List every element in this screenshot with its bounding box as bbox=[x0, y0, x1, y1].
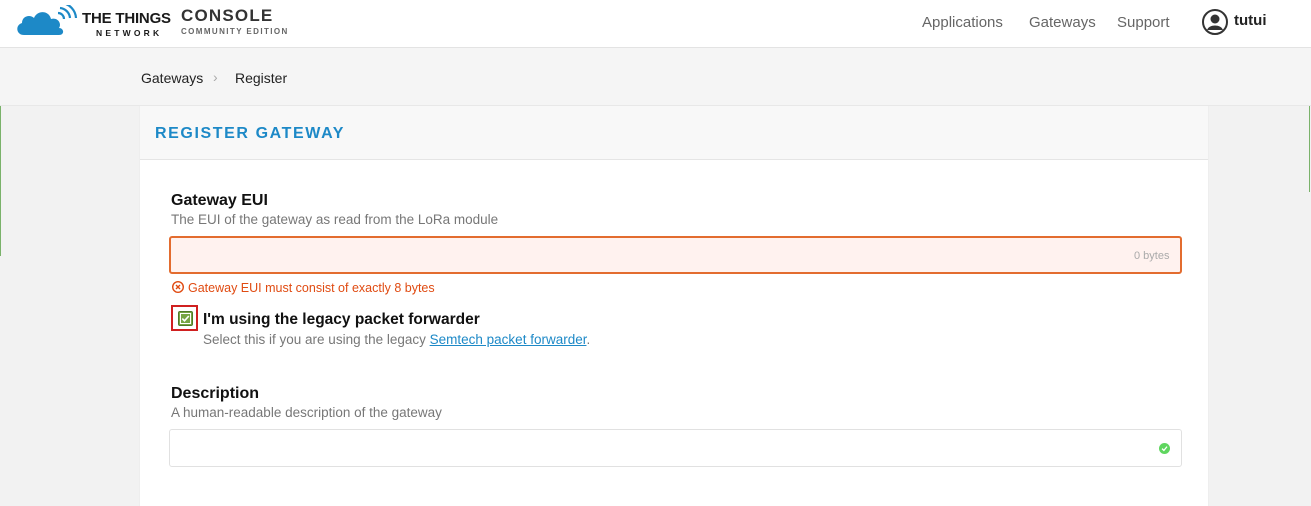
ttn-cloud-logo-icon bbox=[17, 5, 78, 35]
user-name: tutui bbox=[1234, 12, 1267, 29]
nav-applications[interactable]: Applications bbox=[922, 14, 1003, 31]
brand-subtitle: NETWORK bbox=[96, 28, 163, 38]
checkmark-icon bbox=[180, 313, 191, 324]
legacy-forwarder-checkbox[interactable] bbox=[178, 311, 193, 326]
breadcrumb: Gateways › Register bbox=[0, 48, 1311, 106]
chevron-right-icon: › bbox=[213, 69, 218, 85]
panel-header: REGISTER GATEWAY bbox=[140, 106, 1208, 160]
valid-check-icon bbox=[1159, 443, 1170, 454]
error-circle-icon bbox=[172, 281, 184, 293]
semtech-forwarder-link[interactable]: Semtech packet forwarder bbox=[430, 332, 587, 347]
help-text-prefix: Select this if you are using the legacy bbox=[203, 332, 430, 347]
gateway-eui-help: The EUI of the gateway as read from the … bbox=[171, 212, 499, 227]
description-help: A human-readable description of the gate… bbox=[171, 405, 442, 420]
description-label: Description bbox=[171, 385, 260, 402]
console-title: CONSOLE bbox=[181, 6, 274, 25]
gateway-eui-input[interactable] bbox=[169, 236, 1182, 274]
console-edition: COMMUNITY EDITION bbox=[181, 27, 289, 36]
description-input[interactable] bbox=[169, 429, 1182, 467]
help-text-suffix: . bbox=[586, 332, 591, 347]
register-gateway-panel: REGISTER GATEWAY Gateway EUI The EUI of … bbox=[139, 106, 1209, 506]
legacy-forwarder-label[interactable]: I'm using the legacy packet forwarder bbox=[203, 311, 480, 329]
legacy-forwarder-help: Select this if you are using the legacy … bbox=[203, 332, 590, 347]
top-navigation-bar: THE THINGS NETWORK CONSOLE COMMUNITY EDI… bbox=[0, 0, 1311, 48]
check-icon bbox=[1161, 446, 1168, 452]
nav-support[interactable]: Support bbox=[1117, 14, 1170, 31]
user-avatar-icon bbox=[1202, 9, 1228, 35]
brand-name: THE THINGS bbox=[82, 10, 171, 27]
breadcrumb-gateways[interactable]: Gateways bbox=[141, 70, 203, 86]
highlight-box bbox=[171, 305, 198, 331]
page-title: REGISTER GATEWAY bbox=[155, 125, 346, 142]
breadcrumb-register: Register bbox=[235, 70, 288, 86]
error-message: Gateway EUI must consist of exactly 8 by… bbox=[188, 281, 435, 295]
nav-gateways[interactable]: Gateways bbox=[1029, 14, 1096, 31]
byte-count: 0 bytes bbox=[1134, 250, 1170, 262]
gateway-eui-label: Gateway EUI bbox=[171, 192, 268, 209]
